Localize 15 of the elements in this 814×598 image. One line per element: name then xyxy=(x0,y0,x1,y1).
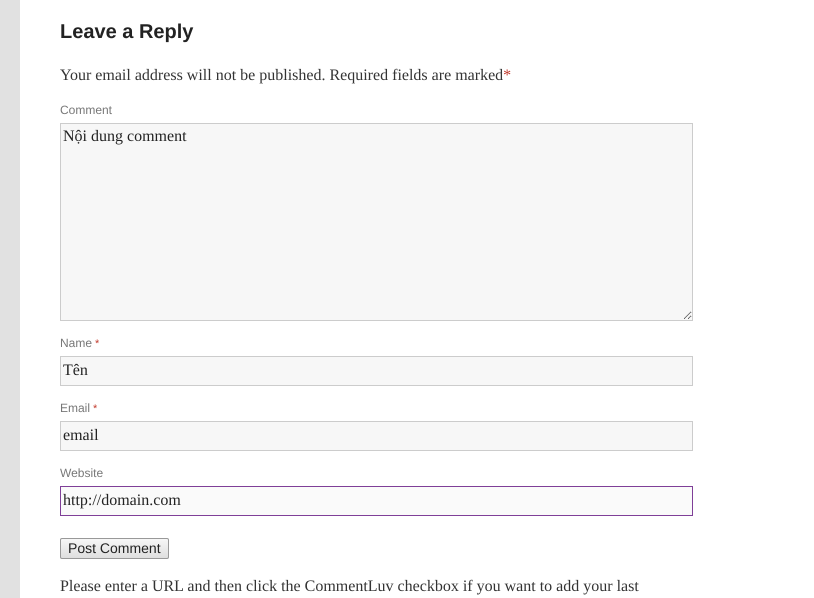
field-label: Email xyxy=(60,401,90,415)
section-heading: Leave a Reply xyxy=(60,20,194,44)
required-mark: * xyxy=(93,403,98,415)
text-field[interactable]: email xyxy=(60,421,693,451)
text-field[interactable]: http://domain.com xyxy=(60,486,693,516)
field-label: Comment xyxy=(60,103,112,117)
field-label: Website xyxy=(60,466,104,480)
post-comment-button[interactable]: Post Comment xyxy=(60,538,169,559)
notice-text: Your email address will not be published. Required fields are marked xyxy=(60,67,504,84)
field-label: Name xyxy=(60,336,92,350)
instruction-text: Please enter a URL and then click the CommentLuv checkbox if you want to add your last xyxy=(60,577,640,597)
text-field[interactable]: Tên xyxy=(60,356,693,386)
comment-field[interactable]: Nội dung comment xyxy=(60,123,693,321)
required-mark: * xyxy=(503,67,512,84)
required-mark: * xyxy=(95,338,100,350)
